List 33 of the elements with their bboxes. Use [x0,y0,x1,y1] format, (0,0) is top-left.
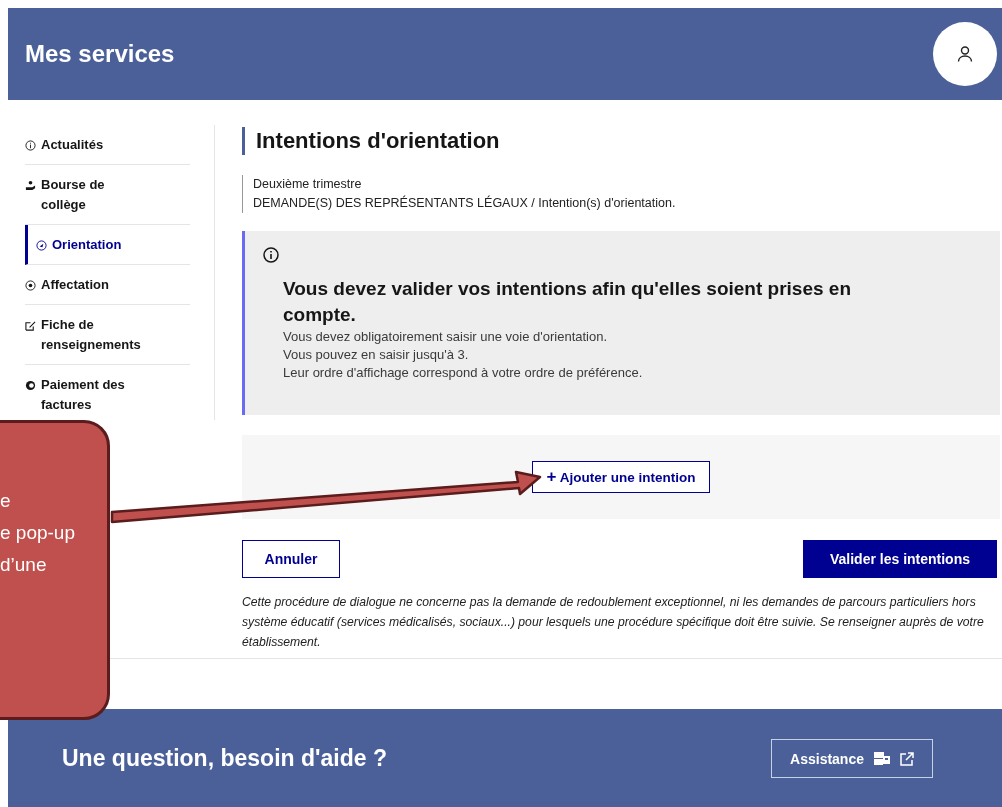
callout-text: e [0,489,11,513]
alert-title: Vous devez valider vos intentions afin qu'elles soient prises en compte. [283,277,852,327]
validate-button[interactable]: Valider les intentions [803,540,997,578]
disclaimer-text: Cette procédure de dialogue ne concerne pas la demande de redoublement exceptionnel, ni les demandes de parcours particuliers hors système éducatif (services médicalisés, sociaux...) pour lesquels une procédure spécifique doit être suivie. Se renseigner auprès de votre établissement. [242,594,985,651]
site-title: Mes services [25,40,175,68]
add-intention-button[interactable]: + Ajouter une intention [531,461,711,493]
cancel-button[interactable]: Annuler [242,540,340,578]
callout-text: d’une [0,553,47,577]
breadcrumb-text: DEMANDE(S) DES REPRÉSENTANTS LÉGAUX / Intention(s) d'orientation. [253,194,677,212]
hand-icon [25,180,36,191]
sidebar-item[interactable]: Affectation [25,265,190,305]
help-title: Une question, besoin d'aide ? [62,745,387,772]
info-icon [25,140,36,151]
breadcrumb-text: Deuxième trimestre [253,176,363,193]
page-title: Intentions d'orientation [242,127,1000,155]
sidebar-item[interactable]: Paiement des factures [25,365,190,424]
alert-text: Vous devez obligatoirement saisir une voie d'orientation. [283,328,609,346]
info-icon [263,247,279,263]
sidebar-item[interactable]: Bourse de collège [25,165,190,225]
edit-icon [25,320,36,331]
callout-text: e pop-up [0,521,75,545]
sidebar-item[interactable]: Orientation [25,225,190,265]
alert-text: Vous pouvez en saisir jusqu'à 3. [283,346,470,364]
target-icon [25,280,36,291]
external-link-icon [900,751,914,766]
coin-icon [25,380,36,391]
alert-text: Leur ordre d'affichage correspond à votre ordre de préférence. [283,364,644,382]
support-icon [874,751,890,766]
user-icon [956,45,974,63]
sidebar-item[interactable]: Fiche de renseignements [25,305,190,365]
sidebar-item[interactable]: Actualités [25,125,190,165]
assistance-button[interactable]: Assistance [771,739,933,778]
compass-icon [36,240,47,251]
